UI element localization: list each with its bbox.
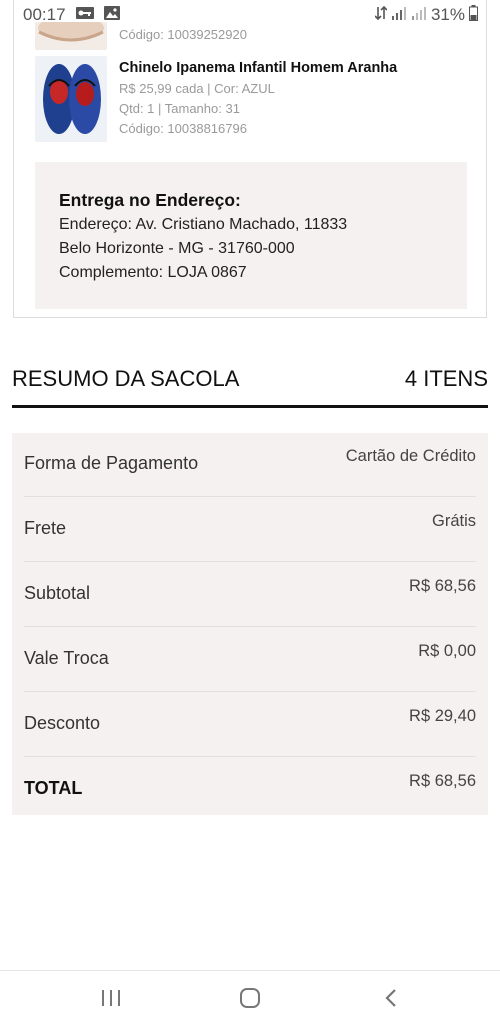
summary-label: Subtotal [24,583,91,603]
summary-row-shipping: Frete Grátis [24,498,476,562]
product-thumbnail[interactable] [35,22,107,50]
summary-row-total: TOTAL R$ 68,56 [24,758,476,822]
delivery-title: Entrega no Endereço: [59,190,241,210]
row-divider [24,691,476,692]
navigation-bar [0,970,500,1029]
delivery-address-box: Entrega no Endereço: Endereço: Av. Crist… [35,162,467,309]
delivery-city: Belo Horizonte - MG - 31760-000 [59,240,295,257]
row-divider [24,756,476,757]
summary-value: R$ 68,56 [409,577,476,595]
summary-value: Cartão de Crédito [345,447,476,465]
summary-row-discount: Desconto R$ 29,40 [24,693,476,757]
summary-total-value: R$ 68,56 [409,772,476,790]
back-icon[interactable] [381,987,403,1014]
product-qty-size: Qtd: 1 | Tamanho: 31 [119,101,240,116]
summary-title: RESUMO DA SACOLA [12,366,240,391]
summary-label: Vale Troca [24,648,109,668]
product-thumbnail[interactable] [35,56,107,142]
summary-label: Frete [24,518,67,538]
summary-total-label: TOTAL [24,778,83,798]
summary-value: R$ 0,00 [418,642,476,660]
product-code: Código: 10038816796 [119,121,247,136]
delivery-address: Endereço: Av. Cristiano Machado, 11833 [59,216,348,233]
summary-row-voucher: Vale Troca R$ 0,00 [24,628,476,692]
summary-row-payment: Forma de Pagamento Cartão de Crédito [24,433,476,497]
summary-row-subtotal: Subtotal R$ 68,56 [24,563,476,627]
product-code: Código: 10039252920 [119,27,247,42]
summary-item-count: 4 ITENS [404,366,488,391]
product-price-color: R$ 25,99 cada | Cor: AZUL [119,81,275,96]
row-divider [24,561,476,562]
summary-header: RESUMO DA SACOLA 4 ITENS [12,366,488,408]
home-icon[interactable] [239,987,261,1014]
summary-value: Grátis [431,512,476,530]
summary-label: Desconto [24,713,101,733]
row-divider [24,496,476,497]
delivery-complement: Complemento: LOJA 0867 [59,264,247,281]
recent-apps-icon[interactable] [100,987,122,1014]
summary-panel: Forma de Pagamento Cartão de Crédito Fre… [12,433,488,815]
row-divider [24,626,476,627]
order-card: Código: 10039252920 Chinelo Ipanema Infa… [13,0,487,318]
product-name[interactable]: Chinelo Ipanema Infantil Homem Aranha [119,60,397,76]
summary-value: R$ 29,40 [409,707,476,725]
summary-label: Forma de Pagamento [24,453,199,473]
